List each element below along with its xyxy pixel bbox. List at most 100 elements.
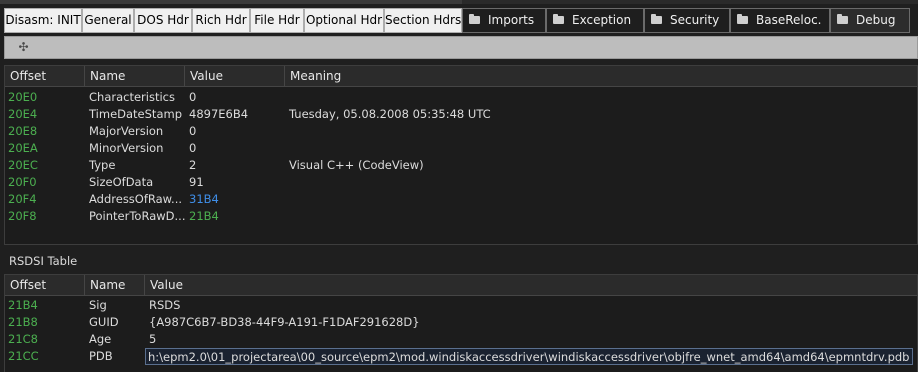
column-header-name[interactable]: Name xyxy=(85,66,185,87)
tab-disasm-init[interactable]: Disasm: INIT xyxy=(4,8,82,33)
tab-label: Rich Hdr xyxy=(195,13,247,27)
value-link[interactable]: 31B4 xyxy=(186,191,219,208)
offset-cell: 20E4 xyxy=(8,107,38,121)
meaning-cell xyxy=(286,89,289,106)
tab-dos-hdr[interactable]: DOS Hdr xyxy=(134,8,192,33)
table-row[interactable]: 20E8 MajorVersion 0 xyxy=(5,123,917,140)
pdb-path-value[interactable]: h:\epm2.0\01_projectarea\00_source\epm2\… xyxy=(145,348,914,365)
column-header-name[interactable]: Name xyxy=(85,275,145,296)
tab-bar: Disasm: INIT General DOS Hdr Rich Hdr Fi… xyxy=(0,0,918,34)
meaning-cell: Tuesday, 05.08.2008 05:35:48 UTC xyxy=(289,107,491,121)
name-cell: GUID xyxy=(89,315,119,329)
tab-label: Disasm: INIT xyxy=(5,13,81,27)
column-header-meaning[interactable]: Meaning xyxy=(285,66,917,87)
table-row[interactable]: 20EC Type 2 Visual C++ (CodeView) xyxy=(5,157,917,174)
name-cell: PDB xyxy=(89,349,113,363)
table-row[interactable]: 20F0 SizeOfData 91 xyxy=(5,174,917,191)
tab-label: Section Hdrs xyxy=(385,13,462,27)
value-link[interactable]: 21B4 xyxy=(186,208,219,225)
value-cell[interactable]: 0 xyxy=(186,89,196,106)
tab-label: File Hdr xyxy=(254,13,300,27)
offset-cell: 20F8 xyxy=(8,209,37,223)
column-header-offset[interactable]: Offset xyxy=(5,275,85,296)
toolbar: ✣ xyxy=(4,36,918,59)
offset-cell: 20F0 xyxy=(8,175,37,189)
column-header-offset[interactable]: Offset xyxy=(5,66,85,87)
name-cell: Age xyxy=(89,332,112,346)
table-row[interactable]: 20F4 AddressOfRaw... 31B4 xyxy=(5,191,917,208)
value-cell[interactable]: RSDS xyxy=(146,297,180,314)
tab-file-hdr[interactable]: File Hdr xyxy=(250,8,304,33)
tab-general[interactable]: General xyxy=(82,8,134,33)
offset-cell: 20F4 xyxy=(8,192,37,206)
tab-label: Security xyxy=(670,13,720,27)
value-cell[interactable]: {A987C6B7-BD38-44F9-A191-F1DAF291628D} xyxy=(146,314,420,331)
folder-icon xyxy=(651,14,662,24)
folder-icon xyxy=(837,14,848,24)
offset-cell: 21B8 xyxy=(8,315,38,329)
column-header-value[interactable]: Value xyxy=(185,66,285,87)
value-cell[interactable]: 2 xyxy=(186,157,196,174)
offset-cell: 20EC xyxy=(8,158,38,172)
name-cell: MajorVersion xyxy=(89,124,164,138)
table-row[interactable]: 20E4 TimeDateStamp 4897E6B4 Tuesday, 05.… xyxy=(5,106,917,123)
folder-icon xyxy=(553,14,564,24)
value-cell[interactable]: 0 xyxy=(186,140,196,157)
name-cell: TimeDateStamp xyxy=(89,107,182,121)
offset-cell: 21B4 xyxy=(8,298,38,312)
table-row[interactable]: 20F8 PointerToRawD... 21B4 xyxy=(5,208,917,225)
meaning-cell: Visual C++ (CodeView) xyxy=(289,158,424,172)
tab-label: General xyxy=(84,13,132,27)
table-row[interactable]: 21B4 Sig RSDS xyxy=(5,297,917,314)
tab-security[interactable]: Security xyxy=(644,8,730,33)
tab-optional-hdr[interactable]: Optional Hdr xyxy=(304,8,384,33)
table-row[interactable]: 20EA MinorVersion 0 xyxy=(5,140,917,157)
column-header-value[interactable]: Value xyxy=(145,275,917,296)
value-cell[interactable]: 5 xyxy=(146,331,156,348)
tab-rich-hdr[interactable]: Rich Hdr xyxy=(192,8,250,33)
meaning-cell xyxy=(286,174,289,191)
tab-label: Exception xyxy=(572,13,632,27)
name-cell: PointerToRawD... xyxy=(89,209,186,223)
debug-directory-table: Offset Name Value Meaning 20E0 Character… xyxy=(4,65,918,245)
tab-label: Debug xyxy=(856,13,896,27)
offset-cell: 21C8 xyxy=(8,332,38,346)
meaning-cell xyxy=(286,140,289,157)
tab-section-hdrs[interactable]: Section Hdrs xyxy=(384,8,462,33)
folder-icon xyxy=(737,14,748,24)
move-icon[interactable]: ✣ xyxy=(17,41,30,54)
table-row[interactable]: 21B8 GUID {A987C6B7-BD38-44F9-A191-F1DAF… xyxy=(5,314,917,331)
tab-label: Imports xyxy=(488,13,535,27)
tab-imports[interactable]: Imports xyxy=(462,8,546,33)
rsdsi-table-title: RSDSI Table xyxy=(9,254,78,268)
value-cell[interactable]: 91 xyxy=(186,174,204,191)
tab-debug[interactable]: Debug xyxy=(830,8,910,33)
name-cell: MinorVersion xyxy=(89,141,164,155)
table-row[interactable]: 20E0 Characteristics 0 xyxy=(5,89,917,106)
name-cell: Characteristics xyxy=(89,90,175,104)
offset-cell: 20E0 xyxy=(8,90,38,104)
table-header: Offset Name Value xyxy=(5,275,917,296)
name-cell: AddressOfRaw... xyxy=(89,192,182,206)
tab-label: DOS Hdr xyxy=(137,13,189,27)
name-cell: Sig xyxy=(89,298,107,312)
table-row[interactable]: 21C8 Age 5 xyxy=(5,331,917,348)
offset-cell: 20E8 xyxy=(8,124,38,138)
value-cell[interactable]: 0 xyxy=(186,123,196,140)
meaning-cell xyxy=(286,123,289,140)
folder-icon xyxy=(469,14,480,24)
meaning-cell xyxy=(286,191,289,208)
tab-exception[interactable]: Exception xyxy=(546,8,644,33)
name-cell: Type xyxy=(89,158,116,172)
offset-cell: 21CC xyxy=(8,349,39,363)
value-cell[interactable]: 4897E6B4 xyxy=(186,106,248,123)
tab-basereloc[interactable]: BaseReloc. xyxy=(730,8,830,33)
table-row[interactable]: 21CC PDB h:\epm2.0\01_projectarea\00_sou… xyxy=(5,348,917,365)
meaning-cell xyxy=(286,208,289,225)
offset-cell: 20EA xyxy=(8,141,38,155)
tab-label: Optional Hdr xyxy=(305,13,383,27)
name-cell: SizeOfData xyxy=(89,175,154,189)
tab-bar-strip xyxy=(0,0,918,4)
rsdsi-table: Offset Name Value 21B4 Sig RSDS 21B8 GUI… xyxy=(4,274,918,372)
table-header: Offset Name Value Meaning xyxy=(5,66,917,87)
